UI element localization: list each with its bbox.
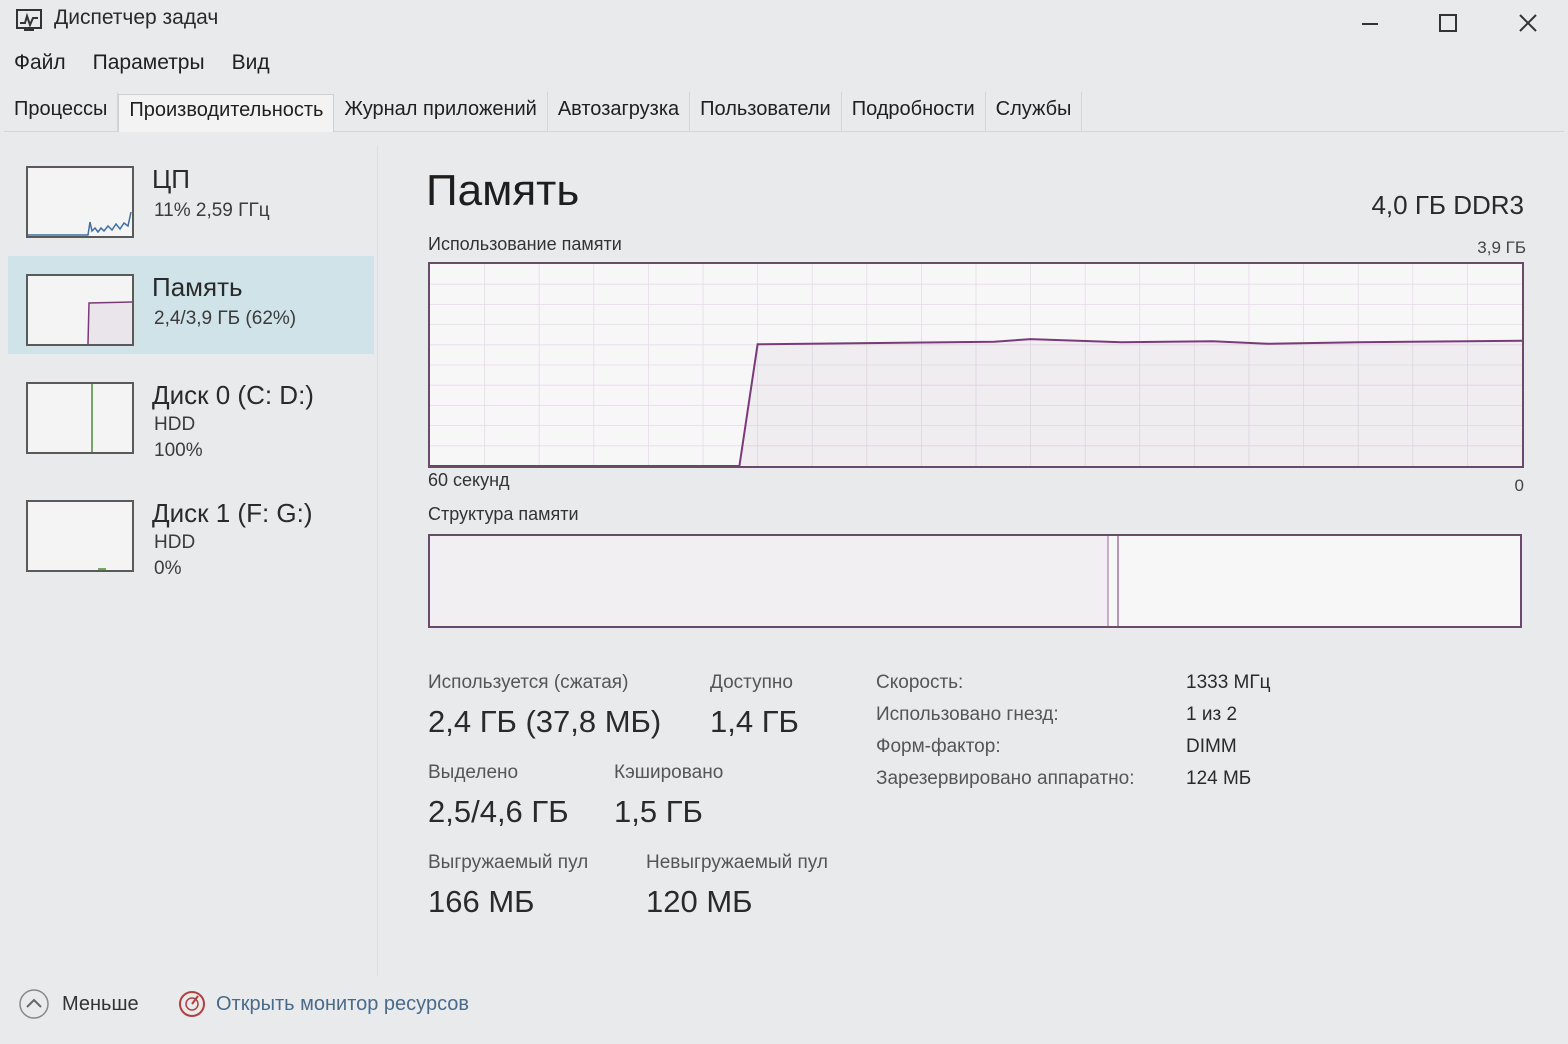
panel-title: Память — [426, 166, 580, 215]
tab-app-history[interactable]: Журнал приложений — [334, 92, 548, 131]
slots-value: 1 из 2 — [1186, 704, 1238, 725]
memory-panel: Память 4,0 ГБ DDR3 Использование памяти … — [380, 146, 1568, 976]
usage-axis-left: 60 секунд — [428, 470, 510, 490]
tab-services[interactable]: Службы — [986, 92, 1083, 131]
cached-label: Кэшировано — [614, 762, 724, 783]
tab-users[interactable]: Пользователи — [690, 92, 842, 131]
tab-performance[interactable]: Производительность — [118, 94, 335, 132]
tab-bar: Процессы Производительность Журнал прило… — [4, 88, 1564, 132]
structure-in-use — [430, 536, 1108, 626]
committed-label: Выделено — [428, 762, 519, 783]
chevron-up-icon — [19, 989, 49, 1019]
usage-chart-max: 3,9 ГБ — [1477, 238, 1526, 257]
committed-value: 2,5/4,6 ГБ — [428, 794, 569, 829]
nonpaged-pool-label: Невыгружаемый пул — [646, 852, 828, 873]
memory-structure-chart — [428, 534, 1522, 628]
sidebar-item-memory[interactable]: Память 2,4/3,9 ГБ (62%) — [8, 256, 374, 354]
usage-chart-label: Использование памяти — [428, 234, 622, 254]
task-manager-icon — [16, 8, 44, 32]
sidebar-disk0-title: Диск 0 (C: D:) — [152, 380, 314, 410]
sidebar-disk1-usage: 0% — [154, 558, 182, 579]
minimize-button[interactable] — [1346, 4, 1394, 42]
hardware-reserved-label: Зарезервировано аппаратно: — [876, 768, 1135, 789]
sidebar-memory-usage: 2,4/3,9 ГБ (62%) — [154, 308, 297, 329]
tab-startup[interactable]: Автозагрузка — [548, 92, 691, 131]
sidebar-cpu-usage: 11% 2,59 ГГц — [154, 200, 270, 221]
slots-label: Использовано гнезд: — [876, 704, 1059, 725]
disk0-thumbnail-graph — [26, 382, 134, 454]
sidebar-disk0-type: HDD — [154, 414, 196, 435]
tab-details[interactable]: Подробности — [842, 92, 986, 131]
usage-axis-right: 0 — [1514, 476, 1524, 495]
nonpaged-pool-value: 120 МБ — [646, 884, 753, 919]
in-use-value: 2,4 ГБ (37,8 МБ) — [428, 704, 662, 739]
close-icon — [1519, 14, 1537, 32]
menu-file[interactable]: Файл — [0, 48, 79, 82]
menu-options[interactable]: Параметры — [79, 48, 218, 82]
tab-processes[interactable]: Процессы — [4, 92, 119, 131]
open-resource-monitor-label: Открыть монитор ресурсов — [216, 992, 470, 1015]
speed-label: Скорость: — [876, 672, 964, 693]
memory-usage-chart — [428, 262, 1524, 468]
open-resource-monitor-link[interactable]: Открыть монитор ресурсов — [176, 988, 469, 1020]
fewer-details-label: Меньше — [62, 992, 139, 1015]
disk1-thumbnail-graph — [26, 500, 134, 572]
sidebar-item-disk0[interactable]: Диск 0 (C: D:) HDD 100% — [8, 364, 374, 462]
menu-view[interactable]: Вид — [218, 48, 283, 82]
form-factor-label: Форм-фактор: — [876, 736, 1001, 757]
memory-spec: 4,0 ГБ DDR3 — [1371, 190, 1524, 220]
maximize-icon — [1439, 14, 1457, 32]
footer: Меньше Открыть монитор ресурсов — [0, 978, 1568, 1034]
fewer-details-button[interactable]: Меньше — [18, 988, 139, 1020]
memory-thumbnail-graph — [26, 274, 134, 346]
window-title: Диспетчер задач — [54, 6, 219, 29]
sidebar-item-cpu[interactable]: ЦП 11% 2,59 ГГц — [8, 148, 374, 246]
sidebar-disk1-title: Диск 1 (F: G:) — [152, 498, 313, 528]
paged-pool-value: 166 МБ — [428, 884, 535, 919]
resource-monitor-icon — [179, 991, 205, 1017]
sidebar-item-disk1[interactable]: Диск 1 (F: G:) HDD 0% — [8, 482, 374, 580]
performance-sidebar: ЦП 11% 2,59 ГГц Память 2,4/3,9 ГБ (62%) … — [8, 146, 378, 976]
maximize-button[interactable] — [1424, 4, 1472, 42]
sidebar-disk0-usage: 100% — [154, 440, 203, 461]
sidebar-cpu-title: ЦП — [152, 164, 190, 194]
available-value: 1,4 ГБ — [710, 704, 799, 739]
menu-bar: Файл Параметры Вид — [0, 48, 283, 82]
close-button[interactable] — [1504, 4, 1552, 42]
hardware-reserved-value: 124 МБ — [1186, 768, 1252, 789]
minimize-icon — [1362, 23, 1378, 25]
speed-value: 1333 МГц — [1186, 672, 1271, 693]
available-label: Доступно — [710, 672, 793, 693]
paged-pool-label: Выгружаемый пул — [428, 852, 589, 873]
sidebar-disk1-type: HDD — [154, 532, 196, 553]
title-bar: Диспетчер задач — [0, 0, 1568, 44]
cpu-thumbnail-graph — [26, 166, 134, 238]
form-factor-value: DIMM — [1186, 736, 1237, 757]
cached-value: 1,5 ГБ — [614, 794, 703, 829]
sidebar-memory-title: Память — [152, 272, 243, 302]
in-use-label: Используется (сжатая) — [428, 672, 629, 693]
structure-chart-label: Структура памяти — [428, 504, 579, 524]
